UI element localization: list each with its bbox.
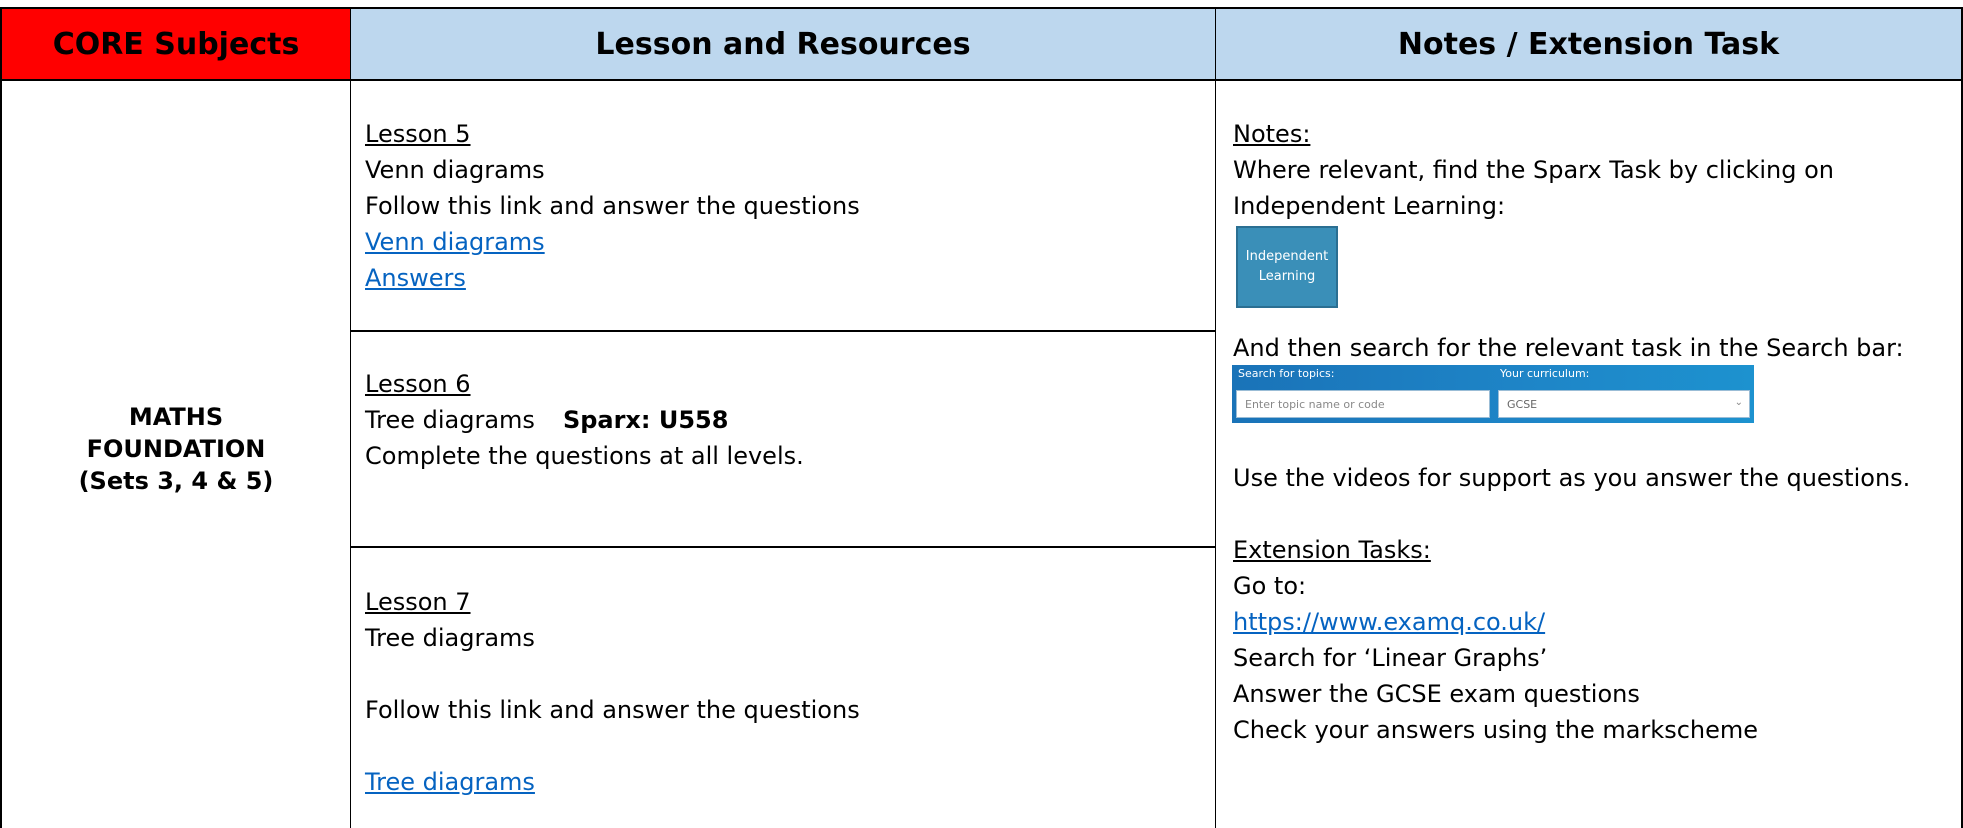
curriculum-label: Your curriculum: (1500, 367, 1590, 380)
column-divider-2 (1215, 7, 1216, 828)
header-bottom-border (0, 79, 1963, 81)
lesson-5-topic: Venn diagrams (365, 156, 545, 184)
answers-link[interactable]: Answers (365, 264, 466, 292)
venn-diagrams-link[interactable]: Venn diagrams (365, 228, 545, 256)
notes-line-1: Where relevant, find the Sparx Task by c… (1233, 156, 1834, 184)
lesson-7-instruction: Follow this link and answer the question… (365, 696, 860, 724)
lesson-6-topic-line: Tree diagrams Sparx: U558 (365, 402, 804, 438)
videos-support-line: Use the videos for support as you answer… (1233, 464, 1911, 492)
lesson-6-cell: Lesson 6 Tree diagrams Sparx: U558 Comple… (365, 366, 804, 474)
extension-goto: Go to: (1233, 572, 1307, 600)
lesson-7-title: Lesson 7 (365, 588, 471, 616)
extension-cell: Extension Tasks: Go to: https://www.exam… (1233, 532, 1758, 748)
notes-line-2: Independent Learning: (1233, 192, 1506, 220)
lesson-7-spacer-2 (365, 728, 860, 764)
lesson-6-topic: Tree diagrams (365, 406, 535, 434)
header-lesson-resources: Lesson and Resources (351, 9, 1215, 79)
search-bar-image: Search for topics: Your curriculum: Ente… (1232, 365, 1754, 423)
lesson-5-instruction: Follow this link and answer the question… (365, 192, 860, 220)
notes-top-cell: Notes: Where relevant, find the Sparx Ta… (1233, 116, 1834, 224)
extension-search: Search for ‘Linear Graphs’ (1233, 644, 1548, 672)
column-divider-1 (350, 7, 351, 828)
header-notes-extension: Notes / Extension Task (1216, 9, 1961, 79)
tree-diagrams-link[interactable]: Tree diagrams (365, 768, 535, 796)
il-button-line-2: Learning (1258, 269, 1316, 284)
subject-line-3: (Sets 3, 4 & 5) (78, 467, 274, 495)
independent-learning-button[interactable]: Independent Learning (1236, 226, 1338, 308)
lesson-5-cell: Lesson 5 Venn diagrams Follow this link … (365, 116, 860, 296)
il-button-line-1: Independent (1245, 249, 1329, 264)
subject-cell: MATHS FOUNDATION (Sets 3, 4 & 5) (2, 401, 350, 497)
extension-check: Check your answers using the markscheme (1233, 716, 1759, 744)
extension-heading: Extension Tasks: (1233, 536, 1431, 564)
search-topics-label: Search for topics: (1238, 367, 1335, 380)
lesson-6-sparx-code: Sparx: U558 (562, 406, 729, 434)
lesson-6-instruction: Complete the questions at all levels. (365, 442, 804, 470)
chevron-down-icon: ⌄ (1734, 397, 1743, 408)
curriculum-value: GCSE (1507, 397, 1538, 411)
lesson-7-spacer-1 (365, 656, 860, 692)
lesson-plan-table: CORE Subjects Lesson and Resources Notes… (0, 0, 1963, 828)
lesson5-bottom-border (350, 330, 1216, 332)
lesson-6-title: Lesson 6 (365, 370, 471, 398)
lesson-7-cell: Lesson 7 Tree diagrams Follow this link … (365, 584, 860, 800)
subject-line-2: FOUNDATION (86, 435, 266, 463)
subject-line-1: MATHS (128, 403, 224, 431)
lesson6-bottom-border (350, 546, 1216, 548)
lesson-5-title: Lesson 5 (365, 120, 471, 148)
notes-heading: Notes: (1233, 120, 1311, 148)
search-topics-input[interactable]: Enter topic name or code (1236, 390, 1490, 418)
search-instruction: And then search for the relevant task in… (1233, 334, 1904, 362)
extension-answer: Answer the GCSE exam questions (1233, 680, 1640, 708)
search-topics-placeholder: Enter topic name or code (1245, 397, 1385, 411)
examq-link[interactable]: https://www.examq.co.uk/ (1233, 608, 1545, 636)
lesson-7-topic: Tree diagrams (365, 624, 535, 652)
curriculum-select[interactable]: GCSE ⌄ (1498, 390, 1750, 418)
header-core-subjects: CORE Subjects (2, 9, 350, 79)
